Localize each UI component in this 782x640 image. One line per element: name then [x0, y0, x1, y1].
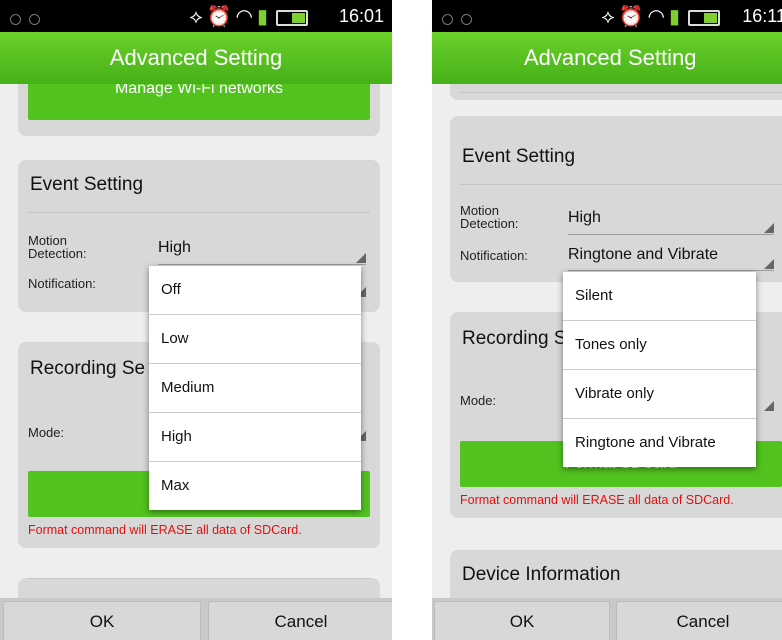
dropdown-option-tones-only[interactable]: Tones only — [563, 321, 756, 370]
notification-icon — [10, 14, 21, 25]
manage-wifi-button[interactable]: Manage Wi-Fi networks — [28, 84, 370, 120]
cancel-button[interactable]: Cancel — [208, 601, 392, 640]
dropdown-option-max[interactable]: Max — [149, 462, 361, 510]
notification-icons — [10, 12, 48, 30]
format-warning: Format command will ERASE all data of SD… — [28, 523, 302, 537]
motion-detection-label: Motion Detection: — [460, 203, 519, 231]
dropdown-option-off[interactable]: Off — [149, 266, 361, 315]
alarm-icon: ⏰ — [618, 6, 648, 28]
notification-label: Notification: — [28, 276, 96, 291]
dropdown-option-low[interactable]: Low — [149, 315, 361, 364]
battery-icon — [688, 9, 720, 26]
signal-icon: ▮ — [256, 6, 272, 28]
page-title: Advanced Setting — [0, 32, 392, 84]
notification-icon — [29, 14, 40, 25]
wifi-icon: ◠ — [647, 6, 669, 28]
event-setting-title: Event Setting — [30, 174, 144, 195]
mode-label: Mode: — [28, 425, 65, 440]
motion-spinner-underline — [568, 234, 774, 235]
spinner-arrow-icon — [764, 223, 774, 233]
dropdown-option-medium[interactable]: Medium — [149, 364, 361, 413]
motion-detection-dropdown: Off Low Medium High Max — [149, 266, 361, 510]
device-info-title: Device Information — [462, 564, 621, 585]
settings-scroll[interactable]: Manage Wi-Fi networks Event Setting Moti… — [0, 84, 392, 598]
notification-icons — [442, 12, 480, 30]
motion-detection-label: Motion Detection: — [28, 233, 87, 261]
event-setting-title: Event Setting — [462, 146, 576, 167]
clock: 16:11 — [742, 6, 782, 26]
wifi-card — [450, 84, 782, 100]
status-bar: ⟡⏰◠▮ 16:01 — [0, 0, 392, 32]
dropdown-option-vibrate-only[interactable]: Vibrate only — [563, 370, 756, 419]
divider — [28, 212, 370, 213]
device-info-card — [18, 578, 380, 598]
alarm-icon: ⏰ — [206, 6, 236, 28]
format-warning: Format command will ERASE all data of SD… — [460, 493, 734, 507]
dropdown-option-high[interactable]: High — [149, 413, 361, 462]
ok-button[interactable]: OK — [434, 601, 610, 640]
device-info-card: Device Information — [450, 550, 782, 598]
cancel-button[interactable]: Cancel — [616, 601, 782, 640]
spinner-arrow-icon — [764, 401, 774, 411]
wifi-icon: ◠ — [235, 6, 257, 28]
divider — [460, 184, 782, 185]
action-bar: OK Cancel — [0, 598, 392, 640]
right-screen: ⟡⏰◠▮ 16:11 Advanced Setting Event Settin… — [432, 0, 782, 640]
vibrate-icon: ⟡ — [601, 6, 619, 28]
mode-label: Mode: — [460, 393, 497, 408]
battery-icon — [276, 9, 308, 26]
dropdown-option-silent[interactable]: Silent — [563, 272, 756, 321]
motion-detection-value[interactable]: High — [568, 209, 601, 227]
recording-title: Recording Se — [30, 358, 146, 379]
system-icons: ⟡⏰◠▮ — [189, 4, 308, 29]
wifi-card: Manage Wi-Fi networks — [18, 84, 380, 136]
notification-icon — [442, 14, 453, 25]
notification-value[interactable]: Ringtone and Vibrate — [568, 246, 718, 264]
system-icons: ⟡⏰◠▮ — [601, 4, 720, 29]
notification-label: Notification: — [460, 248, 528, 263]
ok-button[interactable]: OK — [3, 601, 201, 640]
recording-title: Recording Se — [462, 328, 578, 349]
motion-detection-value[interactable]: High — [158, 239, 191, 257]
vibrate-icon: ⟡ — [189, 6, 207, 28]
divider — [28, 578, 370, 579]
notification-spinner-underline — [568, 270, 774, 271]
event-setting-card: Event Setting Motion Detection: High Not… — [450, 116, 782, 282]
settings-scroll[interactable]: Event Setting Motion Detection: High Not… — [432, 84, 782, 598]
spinner-arrow-icon — [356, 253, 366, 263]
notification-icon — [461, 14, 472, 25]
clock: 16:01 — [338, 6, 384, 26]
signal-icon: ▮ — [668, 6, 684, 28]
motion-spinner-underline — [158, 264, 366, 265]
divider — [460, 92, 782, 93]
dropdown-option-ringtone-and-vibrate[interactable]: Ringtone and Vibrate — [563, 419, 756, 467]
status-bar: ⟡⏰◠▮ 16:11 — [432, 0, 782, 32]
page-title: Advanced Setting — [432, 32, 782, 84]
action-bar: OK Cancel — [432, 598, 782, 640]
spinner-arrow-icon — [764, 259, 774, 269]
left-screen: ⟡⏰◠▮ 16:01 Advanced Setting Manage Wi-Fi… — [0, 0, 392, 640]
notification-dropdown: Silent Tones only Vibrate only Ringtone … — [563, 272, 756, 467]
